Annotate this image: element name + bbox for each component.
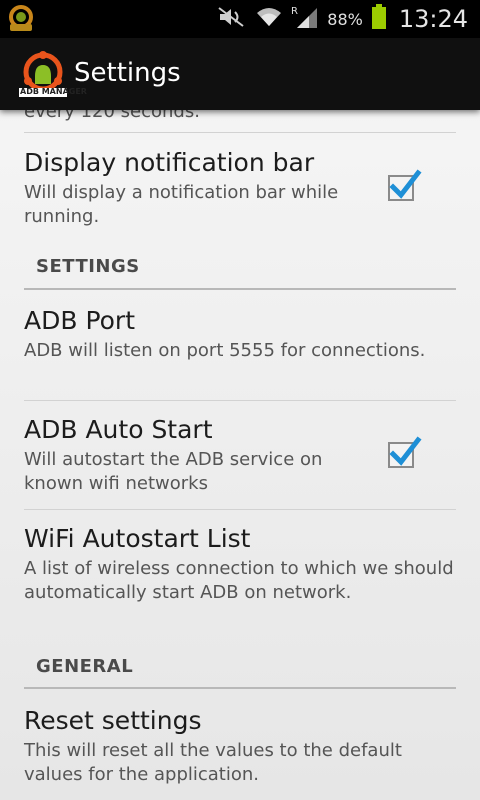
signal-icon: R <box>291 5 319 33</box>
adb-notification-icon <box>6 4 36 34</box>
pref-title: ADB Auto Start <box>24 415 213 444</box>
section-header-general: GENERAL <box>36 656 134 677</box>
section-header-settings: SETTINGS <box>36 256 140 277</box>
pref-title: Reset settings <box>24 706 202 735</box>
pref-title: WiFi Autostart List <box>24 524 251 553</box>
pref-previous-item[interactable]: every 120 seconds. <box>24 110 456 124</box>
divider <box>24 509 456 510</box>
svg-text:R: R <box>291 6 298 17</box>
pref-summary: This will reset all the values to the de… <box>24 740 402 785</box>
battery-percent: 88% <box>327 9 363 29</box>
clock: 13:24 <box>398 5 468 33</box>
pref-wifi-autostart-list[interactable]: WiFi Autostart List A list of wireless c… <box>24 524 456 605</box>
app-logo-icon[interactable]: ADB MANAGER <box>18 48 87 100</box>
preferences-list[interactable]: every 120 seconds. Display notification … <box>0 110 480 800</box>
adb-auto-start-checkbox[interactable] <box>388 436 422 468</box>
section-header-line <box>24 288 456 290</box>
pref-adb-auto-start[interactable]: ADB Auto Start Will autostart the ADB se… <box>24 415 364 496</box>
page-title: Settings <box>74 58 181 88</box>
pref-title: ADB Port <box>24 306 136 335</box>
pref-display-notification[interactable]: Display notification bar Will display a … <box>24 148 364 229</box>
section-header-line <box>24 687 456 689</box>
pref-summary: Will display a notification bar while ru… <box>24 182 339 227</box>
action-bar: ADB MANAGER Settings <box>0 38 480 110</box>
pref-summary: ADB will listen on port 5555 for connect… <box>24 340 426 361</box>
logo-text: ADB MANAGER <box>20 87 87 96</box>
pref-title: Display notification bar <box>24 148 315 177</box>
pref-adb-port[interactable]: ADB Port ADB will listen on port 5555 fo… <box>24 306 456 363</box>
pref-previous-summary: every 120 seconds. <box>24 110 200 122</box>
pref-summary: Will autostart the ADB service on known … <box>24 449 323 494</box>
battery-icon <box>371 4 387 34</box>
display-notification-checkbox[interactable] <box>388 169 422 201</box>
pref-summary: A list of wireless connection to which w… <box>24 558 454 603</box>
wifi-icon <box>255 6 283 32</box>
status-bar: R 88% 13:24 <box>0 0 480 38</box>
pref-reset-settings[interactable]: Reset settings This will reset all the v… <box>24 706 456 787</box>
divider <box>24 400 456 401</box>
divider <box>24 132 456 133</box>
mute-icon <box>217 6 247 32</box>
